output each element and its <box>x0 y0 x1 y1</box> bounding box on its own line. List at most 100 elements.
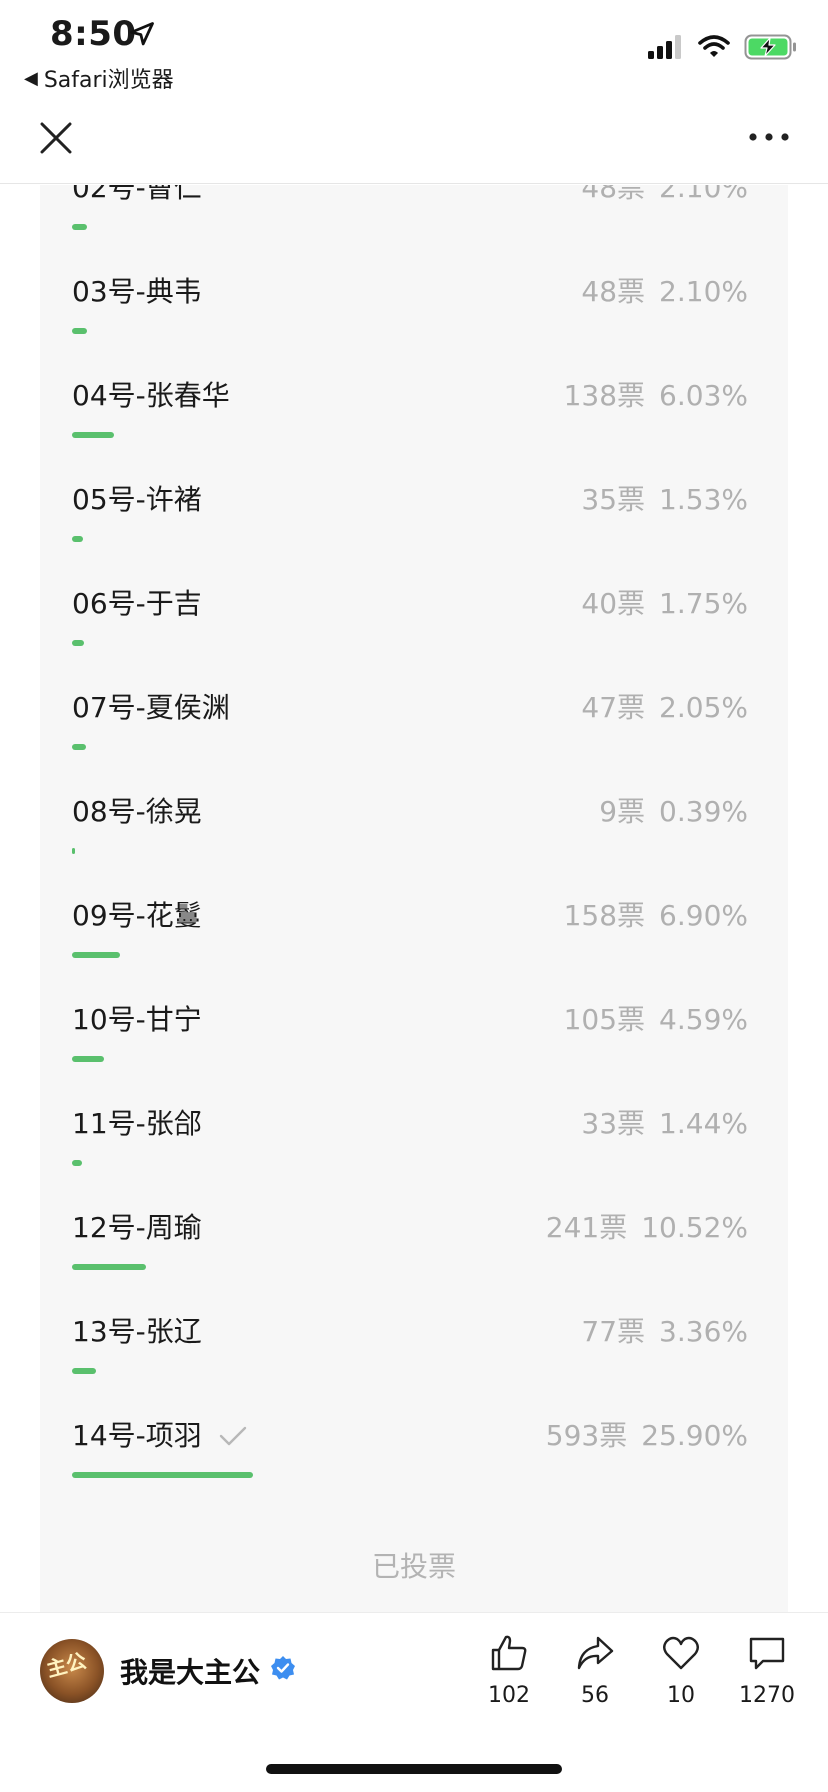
vote-option-label: 02号-曹仁 <box>72 185 202 206</box>
like-button[interactable]: 102 <box>466 1633 552 1708</box>
share-icon <box>577 1636 614 1670</box>
vote-count: 33票 <box>581 1107 646 1140</box>
checkmark-icon <box>219 1426 246 1446</box>
vote-count: 241票 <box>545 1211 628 1244</box>
vote-option-stats: 138票 6.03% <box>564 378 748 414</box>
vote-option-label: 07号-夏侯渊 <box>72 690 230 726</box>
back-triangle-icon: ◀ <box>24 67 38 89</box>
vote-option-name: 03号-典韦 <box>72 275 202 308</box>
vote-progress-bar <box>72 952 120 958</box>
comment-icon <box>749 1637 785 1670</box>
vote-option[interactable]: 12号-周瑜 241票 10.52% <box>40 1202 788 1306</box>
vote-count: 48票 <box>581 185 646 204</box>
vote-option[interactable]: 04号-张春华 138票 6.03% <box>40 370 788 474</box>
vote-option-name: 09号-花鬘 <box>72 899 202 932</box>
vote-option[interactable]: 14号-项羽 593票 25.90% <box>40 1410 788 1514</box>
thumbs-up-icon <box>491 1635 527 1671</box>
vote-option-name: 12号-周瑜 <box>72 1211 202 1244</box>
back-to-app-link[interactable]: ◀ Safari浏览器 <box>24 62 174 94</box>
voted-status-label: 已投票 <box>371 1550 456 1583</box>
vote-option-stats: 241票 10.52% <box>546 1210 748 1246</box>
vote-percent: 1.53% <box>659 483 748 516</box>
vote-option[interactable]: 09号-花鬘 158票 6.90% <box>40 890 788 994</box>
vote-option-stats: 9票 0.39% <box>599 794 748 830</box>
avatar-text: 主公 <box>43 1648 89 1682</box>
vote-option-label: 08号-徐晃 <box>72 794 202 830</box>
status-time: 8:50 <box>50 14 137 54</box>
close-icon[interactable] <box>38 120 74 156</box>
vote-count: 77票 <box>581 1315 646 1348</box>
vote-percent: 4.59% <box>659 1003 748 1036</box>
vote-percent: 25.90% <box>641 1419 748 1452</box>
vote-option[interactable]: 11号-张郃 33票 1.44% <box>40 1098 788 1202</box>
comment-count: 1270 <box>739 1683 795 1708</box>
battery-charging-icon <box>744 34 796 60</box>
vote-option-name: 11号-张郃 <box>72 1107 202 1140</box>
vote-option-stats: 105票 4.59% <box>564 1002 748 1038</box>
vote-progress-bar <box>72 1472 253 1478</box>
vote-option-label: 14号-项羽 <box>72 1418 248 1454</box>
vote-option-stats: 33票 1.44% <box>581 1106 748 1142</box>
vote-progress-bar <box>72 640 84 646</box>
vote-option-stats: 47票 2.05% <box>581 690 748 726</box>
vote-options-list: 02号-曹仁 48票 2.10% 03号-典韦 48票 2.10% 04号-张春华 138票 6… <box>40 185 788 1514</box>
vote-count: 48票 <box>581 275 646 308</box>
vote-panel: 02号-曹仁 48票 2.10% 03号-典韦 48票 2.10% 04号-张春华 138票 6… <box>40 185 788 1612</box>
back-app-label: Safari浏览器 <box>43 68 174 93</box>
share-count: 56 <box>581 1683 609 1708</box>
avatar[interactable]: 主公 <box>40 1639 104 1703</box>
vote-option-label: 06号-于吉 <box>72 586 202 622</box>
vote-option-name: 06号-于吉 <box>72 587 202 620</box>
vote-percent: 2.10% <box>659 185 748 204</box>
vote-option-name: 04号-张春华 <box>72 379 230 412</box>
vote-percent: 1.75% <box>659 587 748 620</box>
vote-option[interactable]: 08号-徐晃 9票 0.39% <box>40 786 788 890</box>
favorite-button[interactable]: 10 <box>638 1633 724 1708</box>
vote-percent: 2.10% <box>659 275 748 308</box>
vote-option-name: 07号-夏侯渊 <box>72 691 230 724</box>
vote-count: 35票 <box>581 483 646 516</box>
like-count: 102 <box>488 1683 530 1708</box>
vote-option[interactable]: 13号-张辽 77票 3.36% <box>40 1306 788 1410</box>
vote-progress-bar <box>72 1160 82 1166</box>
vote-count: 158票 <box>563 899 646 932</box>
vote-percent: 6.03% <box>659 379 748 412</box>
vote-count: 593票 <box>545 1419 628 1452</box>
vote-option[interactable]: 02号-曹仁 48票 2.10% <box>40 185 788 266</box>
vote-count: 47票 <box>581 691 646 724</box>
vote-percent: 1.44% <box>659 1107 748 1140</box>
status-icons <box>648 34 798 60</box>
vote-option[interactable]: 06号-于吉 40票 1.75% <box>40 578 788 682</box>
vote-progress-bar <box>72 224 87 230</box>
vote-option-label: 11号-张郃 <box>72 1106 202 1142</box>
vote-option-stats: 48票 2.10% <box>581 185 748 206</box>
home-indicator[interactable] <box>266 1764 562 1774</box>
more-icon[interactable] <box>748 122 790 152</box>
vote-option-label: 13号-张辽 <box>72 1314 202 1350</box>
vote-option-name: 02号-曹仁 <box>72 185 202 204</box>
vote-progress-bar <box>72 1264 146 1270</box>
vote-option-stats: 158票 6.90% <box>564 898 748 934</box>
signal-icon <box>648 35 681 59</box>
vote-option-stats: 48票 2.10% <box>581 274 748 310</box>
vote-option[interactable]: 03号-典韦 48票 2.10% <box>40 266 788 370</box>
vote-option-label: 09号-花鬘 <box>72 898 202 934</box>
share-button[interactable]: 56 <box>552 1633 638 1708</box>
vote-progress-bar <box>72 1368 96 1374</box>
vote-option-label: 03号-典韦 <box>72 274 202 310</box>
wifi-icon <box>698 35 730 57</box>
vote-option[interactable]: 05号-许褚 35票 1.53% <box>40 474 788 578</box>
vote-count: 40票 <box>581 587 646 620</box>
favorite-count: 10 <box>667 1683 695 1708</box>
status-bar: 8:50 ◀ Safari浏览器 <box>0 0 828 100</box>
vote-percent: 0.39% <box>659 795 748 828</box>
vote-option-label: 04号-张春华 <box>72 378 230 414</box>
comment-button[interactable]: 1270 <box>724 1633 810 1708</box>
vote-option[interactable]: 07号-夏侯渊 47票 2.05% <box>40 682 788 786</box>
vote-progress-bar <box>72 1056 104 1062</box>
author-name[interactable]: 我是大主公 <box>120 1651 260 1691</box>
vote-count: 9票 <box>599 795 646 828</box>
vote-count: 138票 <box>563 379 646 412</box>
vote-percent: 10.52% <box>641 1211 748 1244</box>
vote-option[interactable]: 10号-甘宁 105票 4.59% <box>40 994 788 1098</box>
